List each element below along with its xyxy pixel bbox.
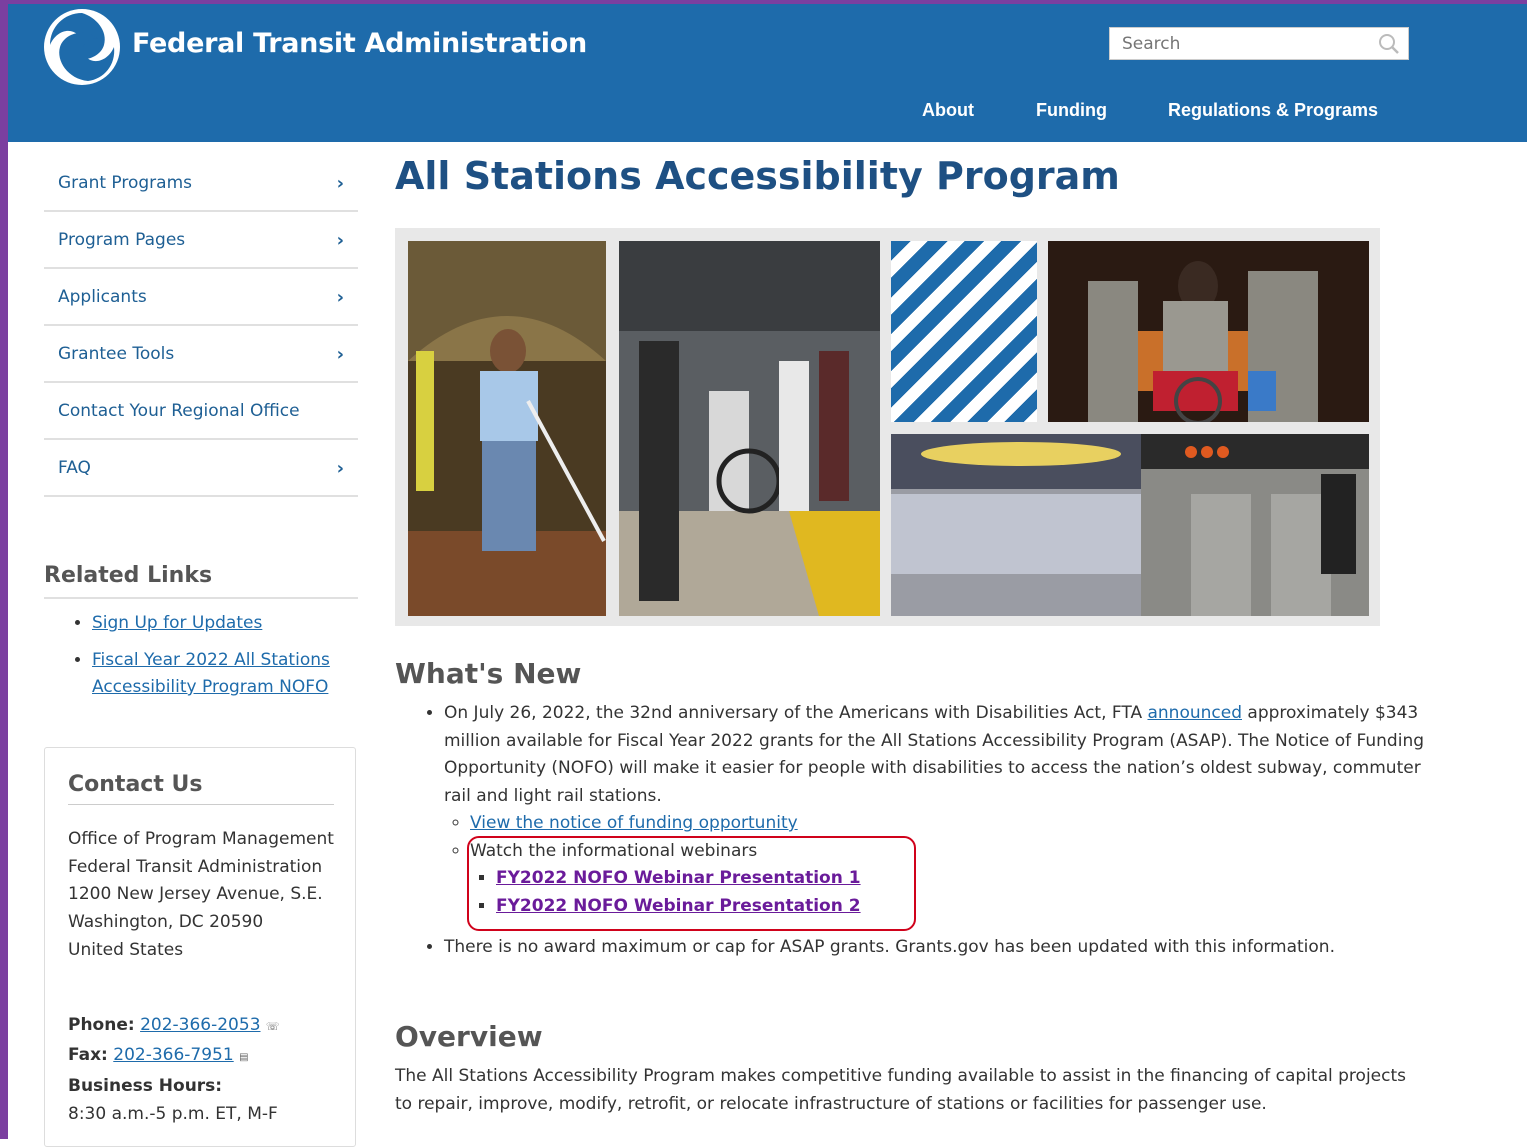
sidebar-item-grant-programs[interactable]: Grant Programs › [44,155,358,212]
photo-man-with-cane [408,241,606,616]
address-line: Office of Program Management [68,829,334,849]
sidebar-item-label: Contact Your Regional Office [58,400,300,421]
whats-new-heading: What's New [395,657,582,690]
sidebar-item-contact-regional-office[interactable]: Contact Your Regional Office [44,383,358,440]
chevron-right-icon[interactable]: › [337,230,344,251]
chevron-right-icon[interactable]: › [337,344,344,365]
search-icon[interactable] [1378,33,1400,59]
sign-up-updates-link[interactable]: Sign Up for Updates [92,613,262,633]
photo-platform-crowd [619,241,880,616]
fax-label: Fax: [68,1045,108,1065]
divider [44,597,358,599]
chevron-right-icon[interactable]: › [337,173,344,194]
photo-wheelchair-fare-gate [1048,241,1369,422]
sidebar-nav: Grant Programs › Program Pages › Applica… [44,155,358,497]
sidebar-item-grantee-tools[interactable]: Grantee Tools › [44,326,358,383]
sidebar-item-label: Applicants [58,286,147,307]
contact-us-box: Contact Us Office of Program Management … [44,747,356,1147]
related-links-title: Related Links [44,563,213,588]
nofo-link[interactable]: Fiscal Year 2022 All Stations Accessibil… [92,650,330,697]
announced-link[interactable]: announced [1147,703,1242,723]
overview-text: The All Stations Accessibility Program m… [395,1066,1406,1114]
sidebar-item-label: Program Pages [58,229,186,250]
divider [68,804,334,805]
phone-link[interactable]: 202-366-2053 [140,1015,260,1035]
browser-frame-left [0,0,8,1139]
highlight-annotation [467,836,916,931]
address-line: 1200 New Jersey Avenue, S.E. [68,884,323,905]
contact-phones: Phone: 202-366-2053 ☏ Fax: 202-366-7951 … [68,1011,280,1128]
fax-link[interactable]: 202-366-7951 [113,1045,233,1065]
address-line: Federal Transit Administration [68,856,323,877]
news-text: There is no award maximum or cap for ASA… [444,937,1335,957]
hero-image-collage [395,228,1380,626]
hours-value: 8:30 a.m.-5 p.m. ET, M-F [68,1104,278,1124]
fta-logo-icon[interactable] [44,9,120,85]
list-item: Sign Up for Updates [92,610,372,637]
list-item: There is no award maximum or cap for ASA… [444,934,1434,962]
decorative-stripes [891,241,1037,422]
nav-about[interactable]: About [922,100,974,121]
sidebar-item-applicants[interactable]: Applicants › [44,269,358,326]
chevron-right-icon[interactable]: › [337,287,344,308]
sidebar-item-label: FAQ [58,457,91,478]
contact-us-title: Contact Us [68,772,203,797]
address-line: United States [68,939,184,960]
sidebar-item-program-pages[interactable]: Program Pages › [44,212,358,269]
chevron-right-icon[interactable]: › [337,458,344,479]
contact-address: Office of Program Management Federal Tra… [68,826,343,965]
list-item: View the notice of funding opportunity [470,810,1434,838]
sidebar-item-label: Grantee Tools [58,343,175,364]
phone-icon: ☏ [265,1020,280,1033]
hours-label: Business Hours: [68,1076,223,1096]
address-line: Washington, DC 20590 [68,912,264,933]
sidebar-item-faq[interactable]: FAQ › [44,440,358,497]
nav-funding[interactable]: Funding [1036,100,1107,121]
nav-regulations-programs[interactable]: Regulations & Programs [1168,100,1378,121]
page-title: All Stations Accessibility Program [395,154,1120,198]
overview-heading: Overview [395,1020,543,1053]
phone-label: Phone: [68,1015,135,1035]
fax-icon: ▤ [239,1052,249,1063]
list-item: Fiscal Year 2022 All Stations Accessibil… [92,647,372,701]
site-title[interactable]: Federal Transit Administration [132,28,587,59]
site-header: Federal Transit Administration About Fun… [8,4,1527,142]
news-text: On July 26, 2022, the 32nd anniversary o… [444,703,1148,723]
search-input[interactable] [1110,28,1372,59]
sidebar-item-label: Grant Programs [58,172,193,193]
photo-subway-station-elevator [891,434,1369,616]
search-box [1109,27,1409,60]
view-nofo-link[interactable]: View the notice of funding opportunity [470,813,798,833]
related-links-list: Sign Up for Updates Fiscal Year 2022 All… [62,610,372,711]
